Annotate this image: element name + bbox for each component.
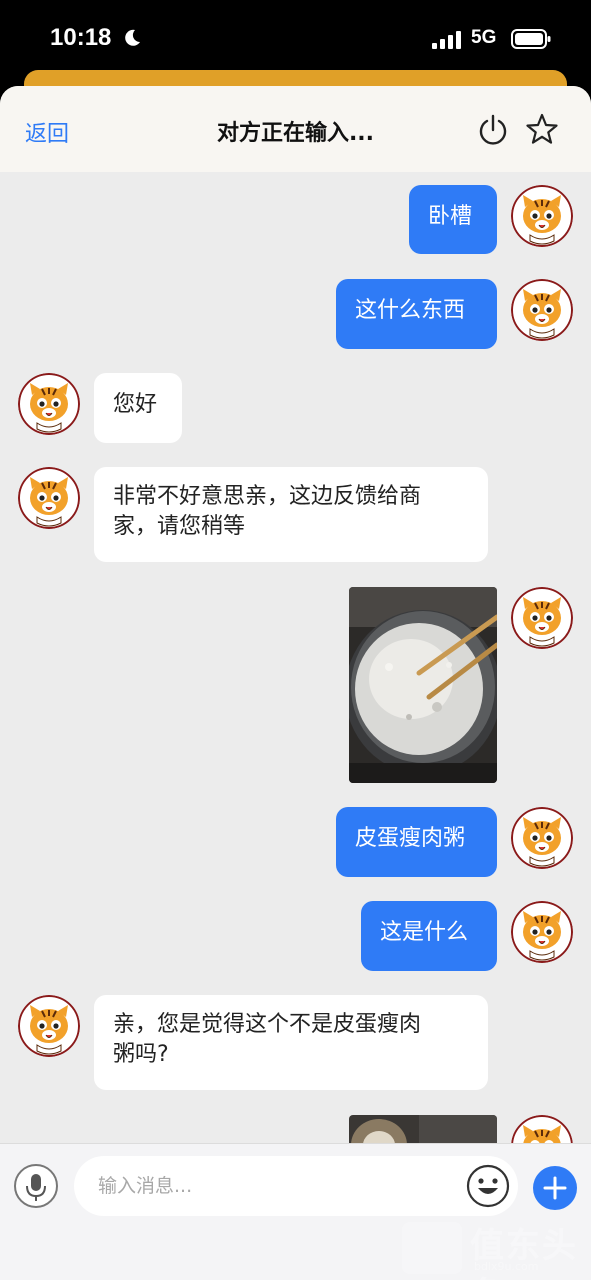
tiger-avatar-icon	[511, 279, 573, 341]
tiger-avatar-icon	[511, 587, 573, 649]
chat-sheet: 返回 对方正在输入... 卧槽 这什么东西 您好 非常不好意思亲，这边反馈给商 …	[0, 86, 591, 1280]
user-avatar[interactable]	[511, 279, 573, 341]
tiger-avatar-icon	[18, 373, 80, 435]
message-image[interactable]	[349, 587, 497, 783]
page-title-text: 对方正在输入...	[216, 121, 375, 146]
microphone-icon	[26, 1174, 46, 1201]
battery-icon	[511, 29, 551, 49]
agent-avatar[interactable]	[18, 467, 80, 529]
message-line: 非常不好意思亲，这边反馈给商	[113, 484, 422, 509]
tiger-avatar-icon	[18, 995, 80, 1057]
message-bubble-out[interactable]: 这什么东西	[336, 279, 497, 349]
watermark-url: bdlx9u.com	[474, 1260, 539, 1273]
user-avatar[interactable]	[511, 901, 573, 963]
network-label: 5G	[471, 27, 497, 48]
emoji-button[interactable]	[466, 1164, 510, 1208]
user-avatar[interactable]	[511, 807, 573, 869]
agent-avatar[interactable]	[18, 373, 80, 435]
smiley-icon	[466, 1164, 510, 1208]
status-time: 10:18	[50, 24, 112, 51]
message-line: 粥吗?	[113, 1042, 169, 1067]
nav-bar: 返回 对方正在输入...	[0, 86, 591, 172]
message-bubble-in[interactable]: 亲，您是觉得这个不是皮蛋瘦肉 粥吗?	[94, 995, 488, 1090]
watermark: 值东头条 bdlx9u.com	[400, 1216, 591, 1280]
porridge-photo	[349, 587, 497, 783]
status-bar: 10:18 5G	[0, 0, 591, 72]
message-field[interactable]	[74, 1156, 518, 1216]
watermark-logo	[402, 1222, 462, 1274]
message-line: 亲，您是觉得这个不是皮蛋瘦肉	[113, 1012, 422, 1037]
message-bubble-in[interactable]: 您好	[94, 373, 182, 443]
tiger-avatar-icon	[511, 807, 573, 869]
power-icon[interactable]	[476, 113, 510, 147]
message-line: 家，请您稍等	[113, 514, 246, 539]
message-input[interactable]	[98, 1170, 458, 1202]
message-bubble-out[interactable]: 皮蛋瘦肉粥	[336, 807, 497, 877]
message-bubble-out[interactable]: 这是什么	[361, 901, 497, 971]
moon-icon	[125, 29, 140, 46]
signal-icon	[432, 31, 461, 49]
tiger-avatar-icon	[511, 901, 573, 963]
message-bubble-out[interactable]: 卧槽	[409, 185, 497, 254]
voice-button[interactable]	[14, 1164, 58, 1208]
tiger-avatar-icon	[511, 185, 573, 247]
star-icon[interactable]	[525, 112, 559, 146]
add-button[interactable]	[533, 1166, 577, 1210]
user-avatar[interactable]	[511, 185, 573, 247]
plus-icon	[543, 1176, 567, 1200]
agent-avatar[interactable]	[18, 995, 80, 1057]
tiger-avatar-icon	[18, 467, 80, 529]
user-avatar[interactable]	[511, 587, 573, 649]
message-bubble-in[interactable]: 非常不好意思亲，这边反馈给商 家，请您稍等	[94, 467, 488, 562]
